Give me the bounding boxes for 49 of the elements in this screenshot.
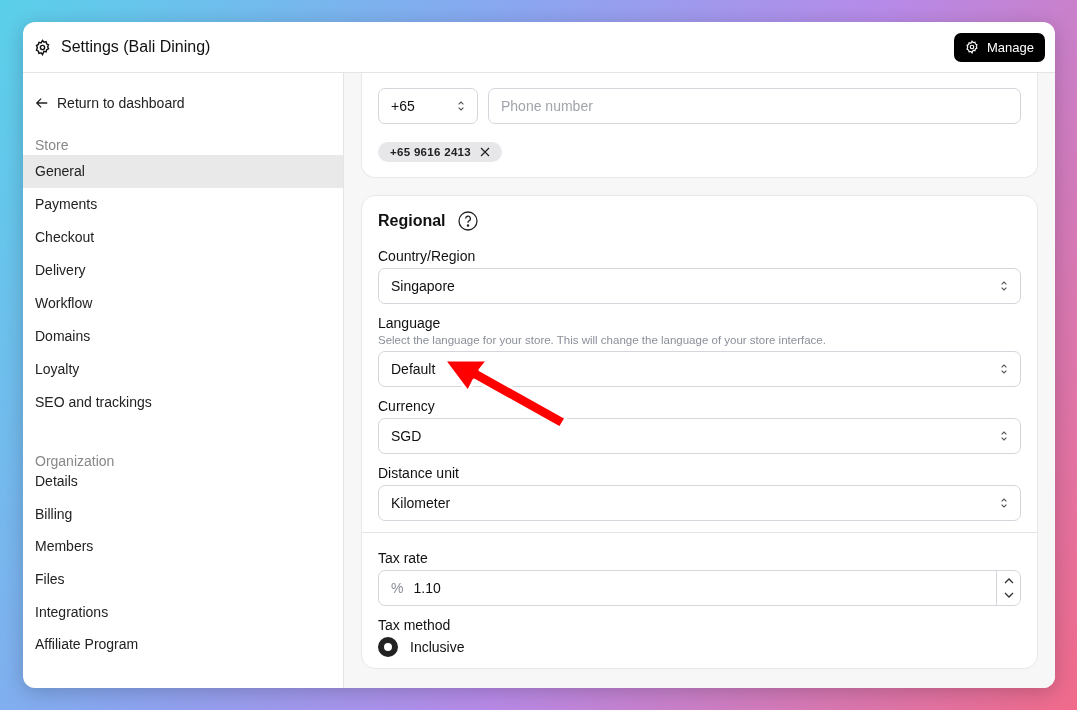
field-label: Language	[378, 315, 442, 331]
chevron-down-icon[interactable]	[1003, 592, 1014, 598]
chevron-updown-icon	[457, 100, 465, 112]
sidebar-item[interactable]: Domains	[23, 320, 343, 353]
field-label: Tax method	[378, 617, 452, 633]
field-label: Currency	[378, 398, 436, 414]
percent-prefix: %	[391, 580, 404, 596]
chevron-updown-icon	[1000, 280, 1008, 292]
chevron-updown-icon	[1000, 363, 1008, 375]
sidebar-item[interactable]: Loyalty	[23, 353, 343, 386]
country-code-select[interactable]: +65	[378, 88, 478, 124]
select-field[interactable]: Singapore	[378, 268, 1021, 304]
field-hint: Select the language for your store. This will change the language of your store interface.	[378, 334, 827, 346]
sidebar-item[interactable]: Billing	[23, 497, 343, 531]
tax-rate-input[interactable]: % 1.10	[378, 570, 1021, 606]
chevron-updown-icon	[1000, 430, 1008, 442]
sidebar-item[interactable]: Files	[23, 563, 343, 596]
chip-text: +65 9616 2413	[390, 146, 471, 158]
help-icon[interactable]	[457, 211, 478, 231]
chevron-updown-icon	[1000, 497, 1008, 509]
manage-button[interactable]: Manage	[954, 32, 1045, 62]
sidebar-item[interactable]: Members	[23, 530, 343, 564]
chevron-up-icon[interactable]	[1003, 578, 1014, 584]
return-link[interactable]: Return to dashboard	[23, 94, 343, 112]
sidebar-item[interactable]: General	[23, 155, 343, 188]
sidebar-item[interactable]: Affiliate Program	[23, 628, 343, 662]
select-field[interactable]: Kilometer	[378, 485, 1021, 521]
radio-button[interactable]	[378, 637, 398, 657]
window-title: Settings (Bali Dining)	[61, 38, 212, 56]
sidebar-item[interactable]: Integrations	[23, 595, 343, 629]
phone-input[interactable]: Phone number	[488, 88, 1021, 124]
settings-icon	[34, 38, 51, 56]
select-field[interactable]: Default	[378, 351, 1021, 387]
sidebar-heading: Store	[34, 137, 70, 155]
settings-icon	[965, 40, 979, 54]
radio-label: Inclusive	[410, 639, 465, 655]
sidebar-heading: Organization	[34, 453, 116, 471]
sidebar-item[interactable]: Checkout	[23, 221, 343, 254]
field-label: Country/Region	[378, 248, 477, 264]
close-icon[interactable]	[479, 147, 490, 157]
sidebar-item[interactable]: Payments	[23, 188, 343, 221]
section-title: Regional	[378, 212, 446, 230]
field-label: Distance unit	[378, 465, 460, 481]
sidebar-item[interactable]: SEO and trackings	[23, 386, 343, 419]
arrow-left-icon	[35, 96, 49, 110]
field-label: Tax rate	[378, 550, 429, 566]
sidebar-item[interactable]: Workflow	[23, 287, 343, 320]
sidebar-item[interactable]: Delivery	[23, 254, 343, 287]
select-field[interactable]: SGD	[378, 418, 1021, 454]
